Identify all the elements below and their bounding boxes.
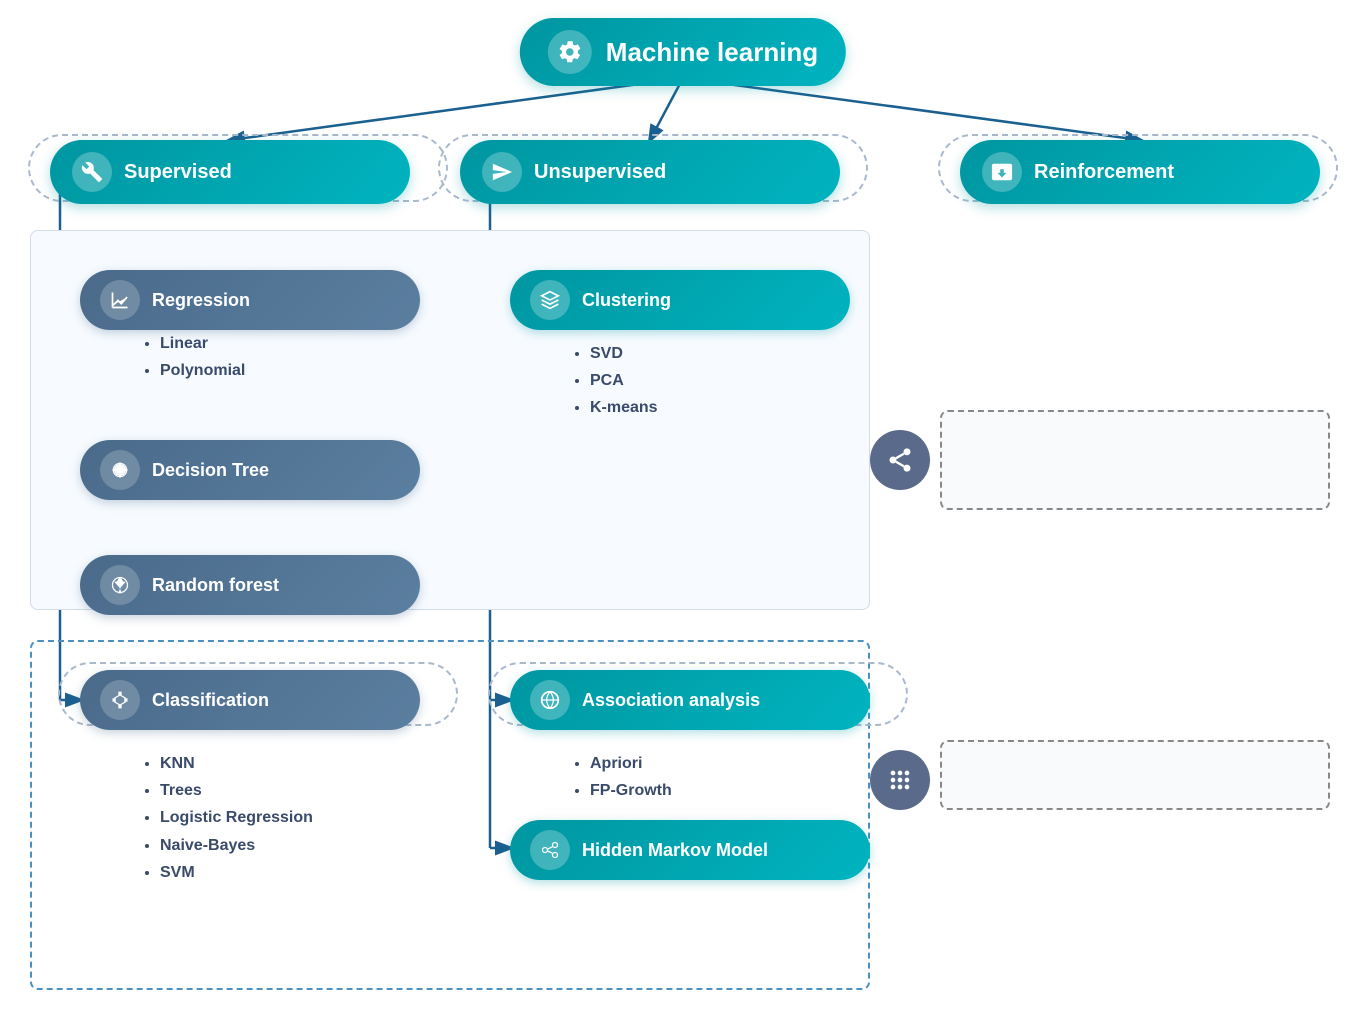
classification-bullets: KNN Trees Logistic Regression Naive-Baye… — [140, 750, 313, 886]
assoc-bullet-apriori: Apriori — [590, 750, 672, 777]
class-bullet-logistic: Logistic Regression — [160, 804, 313, 831]
reinforcement-node: Reinforcement — [960, 140, 1320, 204]
hidden-markov-node: Hidden Markov Model — [510, 820, 870, 880]
machine-learning-label: Machine learning — [606, 37, 818, 68]
supervised-node: Supervised — [50, 140, 410, 204]
association-node: Association analysis — [510, 670, 870, 730]
gear-icon — [548, 30, 592, 74]
classification-icon — [100, 680, 140, 720]
clustering-bullets: SVD PCA K-means — [570, 340, 658, 422]
reinforcement-placeholder-2 — [940, 740, 1330, 810]
class-bullet-trees: Trees — [160, 777, 313, 804]
globe-icon — [530, 680, 570, 720]
markov-icon — [530, 830, 570, 870]
cluster-bullet-pca: PCA — [590, 367, 658, 394]
regression-bullet-polynomial: Polynomial — [160, 357, 245, 384]
reinforcement-placeholder-1 — [940, 410, 1330, 510]
classification-label: Classification — [152, 690, 269, 711]
regression-bullets: Linear Polynomial — [140, 330, 245, 384]
assoc-bullet-fpgrowth: FP-Growth — [590, 777, 672, 804]
decision-tree-node: Decision Tree — [80, 440, 420, 500]
cluster-bullet-svd: SVD — [590, 340, 658, 367]
grid-icon-node — [870, 750, 930, 810]
wrench-icon — [72, 152, 112, 192]
reinforcement-icon — [982, 152, 1022, 192]
random-forest-label: Random forest — [152, 575, 279, 596]
layers-icon — [530, 280, 570, 320]
classification-node: Classification — [80, 670, 420, 730]
hidden-markov-label: Hidden Markov Model — [582, 840, 768, 861]
diagram-container: Machine learning Supervised Unsupervised… — [0, 0, 1366, 1023]
chart-icon — [100, 280, 140, 320]
cluster-bullet-kmeans: K-means — [590, 394, 658, 421]
unsupervised-node: Unsupervised — [460, 140, 840, 204]
supervised-label: Supervised — [124, 161, 232, 184]
regression-label: Regression — [152, 290, 250, 311]
association-bullets: Apriori FP-Growth — [570, 750, 672, 804]
class-bullet-knn: KNN — [160, 750, 313, 777]
paper-plane-icon — [482, 152, 522, 192]
class-bullet-svm: SVM — [160, 859, 313, 886]
machine-learning-node: Machine learning — [520, 18, 846, 86]
reinforcement-label: Reinforcement — [1034, 161, 1174, 184]
random-forest-node: Random forest — [80, 555, 420, 615]
clustering-node: Clustering — [510, 270, 850, 330]
forest-icon — [100, 565, 140, 605]
association-label: Association analysis — [582, 690, 760, 711]
regression-bullet-linear: Linear — [160, 330, 245, 357]
share-icon-node — [870, 430, 930, 490]
decision-tree-label: Decision Tree — [152, 460, 269, 481]
class-bullet-naive: Naive-Bayes — [160, 832, 313, 859]
regression-node: Regression — [80, 270, 420, 330]
clustering-label: Clustering — [582, 290, 671, 311]
unsupervised-label: Unsupervised — [534, 161, 666, 184]
tree-icon — [100, 450, 140, 490]
